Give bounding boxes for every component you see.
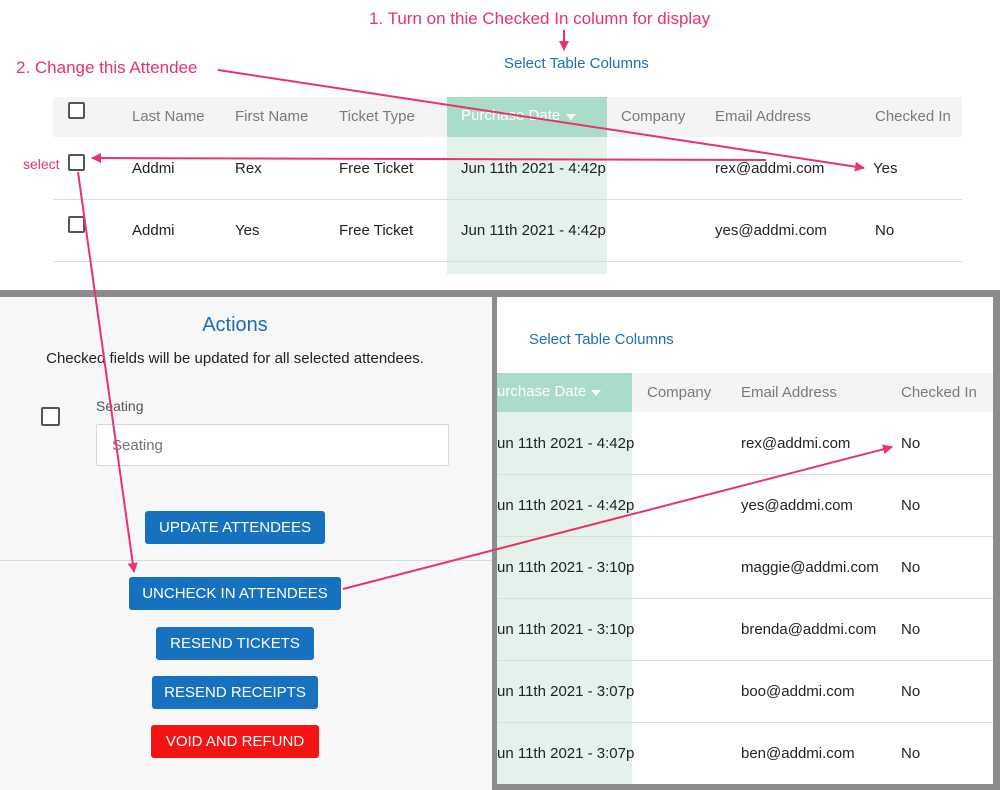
cell-checked-in: No [901, 683, 921, 700]
actions-description: Checked fields will be updated for all s… [46, 350, 424, 367]
cell-email: yes@addmi.com [715, 222, 827, 239]
annotation-select: select [23, 156, 60, 172]
cell-checked-in: Yes [873, 160, 898, 177]
cell-checked-in: No [901, 621, 921, 638]
cell-purchase-date: Jun 11th 2021 - 4:42p [461, 222, 606, 239]
row-divider [53, 261, 962, 262]
caret-down-icon[interactable] [591, 390, 601, 396]
cell-first-name: Yes [235, 222, 260, 239]
cell-purchase-date: un 11th 2021 - 3:07p [497, 683, 635, 700]
resend-tickets-button[interactable]: RESEND TICKETS [156, 627, 314, 660]
row-divider [497, 722, 993, 723]
bottom-table-panel: Select Table Columns urchase Date Compan… [497, 297, 993, 784]
cell-email: brenda@addmi.com [741, 621, 877, 638]
cell-checked-in: No [901, 435, 921, 452]
header-email-address[interactable]: Email Address [715, 108, 811, 125]
row-checkbox[interactable] [68, 154, 85, 171]
caret-down-icon[interactable] [566, 114, 576, 120]
select-table-columns-link[interactable]: Select Table Columns [504, 55, 649, 72]
actions-divider [0, 560, 492, 561]
actions-panel: Actions Checked fields will be updated f… [0, 297, 492, 790]
cell-checked-in: No [875, 222, 895, 239]
select-all-checkbox[interactable] [68, 102, 85, 119]
header-company[interactable]: Company [647, 384, 711, 401]
row-divider [497, 536, 993, 537]
row-divider [497, 660, 993, 661]
uncheck-in-attendees-button[interactable]: UNCHECK IN ATTENDEES [129, 577, 341, 610]
cell-email: rex@addmi.com [715, 160, 825, 177]
cell-purchase-date: un 11th 2021 - 4:42p [497, 497, 635, 514]
cell-email: maggie@addmi.com [741, 559, 879, 576]
seating-input[interactable] [96, 424, 449, 466]
cell-first-name: Rex [235, 160, 262, 177]
row-divider [497, 598, 993, 599]
cell-last-name: Addmi [132, 222, 175, 239]
cell-purchase-date: un 11th 2021 - 3:10p [497, 621, 635, 638]
void-and-refund-button[interactable]: VOID AND REFUND [151, 725, 319, 758]
select-table-columns-link[interactable]: Select Table Columns [529, 331, 674, 348]
header-first-name[interactable]: First Name [235, 108, 308, 125]
actions-title: Actions [202, 314, 268, 336]
header-purchase-date[interactable]: urchase Date [497, 383, 586, 400]
annotation-step-1: 1. Turn on thie Checked In column for di… [369, 9, 711, 28]
cell-ticket-type: Free Ticket [339, 160, 414, 177]
cell-purchase-date: un 11th 2021 - 3:10p [497, 559, 635, 576]
header-company[interactable]: Company [621, 108, 685, 125]
header-checked-in[interactable]: Checked In [875, 108, 951, 125]
header-email-address[interactable]: Email Address [741, 384, 837, 401]
cell-checked-in: No [901, 745, 921, 762]
cell-last-name: Addmi [132, 160, 175, 177]
seating-checkbox[interactable] [41, 407, 60, 426]
sorted-column-highlight [447, 137, 607, 274]
seating-label: Seating [96, 398, 144, 414]
header-ticket-type[interactable]: Ticket Type [339, 108, 415, 125]
top-section: 1. Turn on thie Checked In column for di… [0, 0, 1000, 290]
cell-email: boo@addmi.com [741, 683, 855, 700]
cell-purchase-date: un 11th 2021 - 4:42p [497, 435, 635, 452]
cell-email: ben@addmi.com [741, 745, 855, 762]
cell-email: rex@addmi.com [741, 435, 851, 452]
row-divider [53, 199, 962, 200]
cell-email: yes@addmi.com [741, 497, 853, 514]
cell-checked-in: No [901, 559, 921, 576]
cell-purchase-date: Jun 11th 2021 - 4:42p [461, 160, 606, 177]
resend-receipts-button[interactable]: RESEND RECEIPTS [152, 676, 318, 709]
cell-checked-in: No [901, 497, 921, 514]
row-divider [497, 474, 993, 475]
row-checkbox[interactable] [68, 216, 85, 233]
cell-ticket-type: Free Ticket [339, 222, 414, 239]
header-checked-in[interactable]: Checked In [901, 384, 977, 401]
header-purchase-date[interactable]: Purchase Date [461, 107, 560, 124]
annotation-step-2: 2. Change this Attendee [16, 58, 198, 77]
header-last-name[interactable]: Last Name [132, 108, 205, 125]
cell-purchase-date: un 11th 2021 - 3:07p [497, 745, 635, 762]
update-attendees-button[interactable]: UPDATE ATTENDEES [145, 511, 325, 544]
